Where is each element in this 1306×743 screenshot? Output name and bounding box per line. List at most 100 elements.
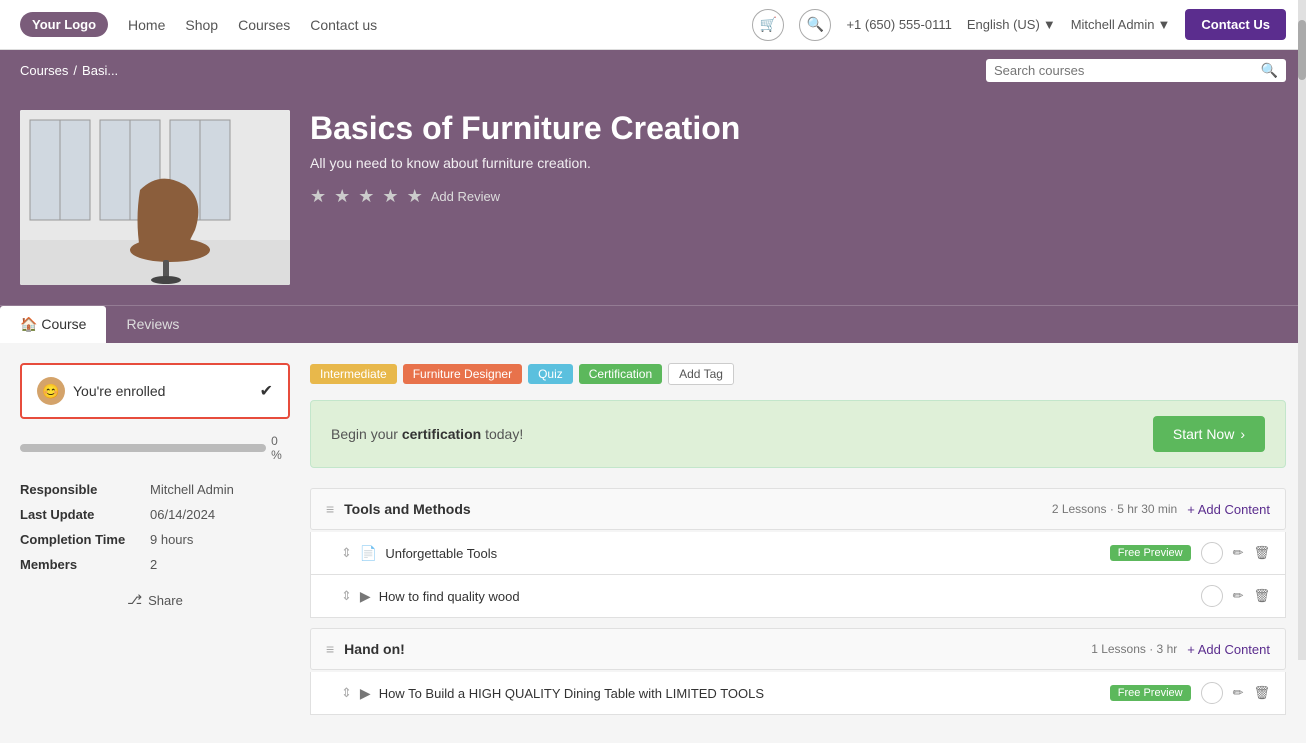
action-circle-3[interactable] [1201,682,1223,704]
delete-icon-3[interactable]: 🗑 [1253,685,1270,701]
meta-row-members: Members 2 [20,552,290,577]
enrolled-left: 😊 You're enrolled [37,377,165,405]
action-circle-2[interactable] [1201,585,1223,607]
edit-icon-2[interactable]: ✏ [1233,588,1244,604]
nav-home[interactable]: Home [128,17,165,33]
search-icon: 🔍 [1261,62,1278,79]
lesson-title-2-1: How To Build a HIGH QUALITY Dining Table… [379,686,764,701]
breadcrumb-courses[interactable]: Courses [20,63,68,78]
responsible-value: Mitchell Admin [150,477,290,502]
nav-links: Home Shop Courses Contact us [128,17,752,33]
section-row-1: ≡ Tools and Methods 2 Lessons · 5 hr 30 … [310,488,1286,530]
check-mark-icon: ✔ [260,381,273,401]
lessons-info-2: 1 Lessons · 3 hr [1091,642,1177,656]
course-subtitle: All you need to know about furniture cre… [310,155,1286,171]
lesson-right-1-2: ✏ 🗑 [1201,585,1270,607]
section-right-1: 2 Lessons · 5 hr 30 min + Add Content [1052,502,1270,517]
delete-icon-1[interactable]: 🗑 [1253,545,1270,561]
enrolled-text: You're enrolled [73,383,165,399]
last-update-value: 06/14/2024 [150,502,290,527]
enrolled-box: 😊 You're enrolled ✔ [20,363,290,419]
meta-table: Responsible Mitchell Admin Last Update 0… [20,477,290,577]
completion-value: 9 hours [150,527,290,552]
search-icon-btn[interactable]: 🔍 [799,9,831,41]
lesson-right-2-1: Free Preview ✏ 🗑 [1110,682,1270,704]
video-icon: ▶ [360,588,371,605]
course-image [20,110,290,285]
share-button[interactable]: ⎇ Share [20,592,290,608]
drag-icon-2: ≡ [326,641,334,657]
members-value: 2 [150,552,290,577]
tag-intermediate[interactable]: Intermediate [310,364,397,384]
add-content-btn-1[interactable]: + Add Content [1187,502,1270,517]
nav-courses[interactable]: Courses [238,17,290,33]
breadcrumb-bar: Courses / Basi... 🔍 [0,50,1306,90]
add-content-btn-2[interactable]: + Add Content [1187,642,1270,657]
completion-label: Completion Time [20,527,150,552]
search-bar: 🔍 [986,59,1286,82]
action-circle-1[interactable] [1201,542,1223,564]
members-label: Members [20,552,150,577]
lesson-title-1-1: Unforgettable Tools [385,546,497,561]
course-info: Basics of Furniture Creation All you nee… [310,110,1286,285]
meta-row-completion: Completion Time 9 hours [20,527,290,552]
section-title-1: Tools and Methods [344,501,471,517]
edit-icon-1[interactable]: ✏ [1233,545,1244,561]
lesson-row-2-1: ⇕ ▶ How To Build a HIGH QUALITY Dining T… [310,672,1286,715]
lower-area: 😊 You're enrolled ✔ 0 % Responsible Mitc… [0,343,1306,743]
cert-text: Begin your certification today! [331,426,523,442]
tags-row: Intermediate Furniture Designer Quiz Cer… [310,363,1286,385]
edit-icon-3[interactable]: ✏ [1233,685,1244,701]
scrollbar-thumb[interactable] [1298,20,1306,80]
file-icon: 📄 [360,545,377,562]
scrollbar[interactable] [1298,0,1306,660]
tag-furniture-designer[interactable]: Furniture Designer [403,364,522,384]
start-now-button[interactable]: Start Now › [1153,416,1265,452]
lesson-left-2-1: ⇕ ▶ How To Build a HIGH QUALITY Dining T… [341,685,764,702]
nav-shop[interactable]: Shop [185,17,218,33]
star-1[interactable]: ★ [310,186,326,207]
lesson-right-1-1: Free Preview ✏ 🗑 [1110,542,1270,564]
free-preview-badge-1: Free Preview [1110,545,1191,561]
drag-handle-icon-3: ⇕ [341,685,352,701]
top-nav: Your Logo Home Shop Courses Contact us 🛒… [0,0,1306,50]
avatar: 😊 [37,377,65,405]
logo[interactable]: Your Logo [20,12,108,37]
language-selector[interactable]: English (US) ▼ [967,17,1056,32]
sidebar: 😊 You're enrolled ✔ 0 % Responsible Mitc… [20,363,290,723]
add-review[interactable]: Add Review [431,189,500,204]
delete-icon-2[interactable]: 🗑 [1253,588,1270,604]
tab-reviews[interactable]: Reviews [106,306,199,343]
star-rating[interactable]: ★ ★ ★ ★ ★ Add Review [310,186,1286,207]
section-left-2: ≡ Hand on! [326,641,405,657]
lessons-info-1: 2 Lessons · 5 hr 30 min [1052,502,1177,516]
tag-quiz[interactable]: Quiz [528,364,573,384]
progress-bar-container: 0 % [20,434,290,462]
section-row-2: ≡ Hand on! 1 Lessons · 3 hr + Add Conten… [310,628,1286,670]
cart-icon[interactable]: 🛒 [752,9,784,41]
contact-us-button[interactable]: Contact Us [1185,9,1286,40]
star-3[interactable]: ★ [358,186,374,207]
drag-handle-icon-2: ⇕ [341,588,352,604]
lesson-row-1-1: ⇕ 📄 Unforgettable Tools Free Preview ✏ 🗑 [310,532,1286,575]
certification-banner: Begin your certification today! Start No… [310,400,1286,468]
breadcrumb: Courses / Basi... [20,63,118,78]
tab-course[interactable]: 🏠 Course [0,306,106,343]
course-title: Basics of Furniture Creation [310,110,1286,147]
course-tabs: 🏠 Course Reviews [0,305,1306,343]
section-right-2: 1 Lessons · 3 hr + Add Content [1091,642,1270,657]
meta-row-responsible: Responsible Mitchell Admin [20,477,290,502]
nav-contact[interactable]: Contact us [310,17,377,33]
search-input[interactable] [994,63,1261,78]
admin-selector[interactable]: Mitchell Admin ▼ [1071,17,1171,32]
breadcrumb-separator: / [73,63,77,78]
star-5[interactable]: ★ [407,186,423,207]
main-panel: Intermediate Furniture Designer Quiz Cer… [310,363,1286,723]
add-tag-button[interactable]: Add Tag [668,363,734,385]
star-2[interactable]: ★ [334,186,350,207]
star-4[interactable]: ★ [382,186,398,207]
tag-certification[interactable]: Certification [579,364,662,384]
lesson-title-1-2: How to find quality wood [379,589,520,604]
lesson-left-1-2: ⇕ ▶ How to find quality wood [341,588,520,605]
meta-row-last-update: Last Update 06/14/2024 [20,502,290,527]
